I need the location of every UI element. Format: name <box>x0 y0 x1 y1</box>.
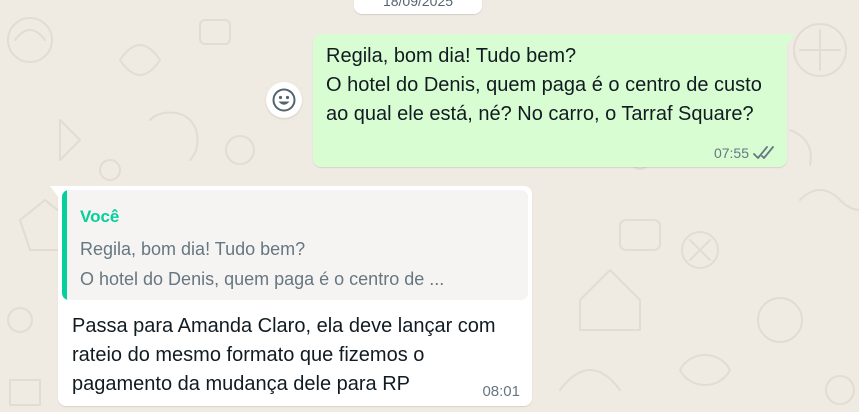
quoted-message[interactable]: Você Regila, bom dia! Tudo bem? O hotel … <box>62 190 528 300</box>
quoted-text-line: Regila, bom dia! Tudo bem? <box>80 239 306 259</box>
quote-accent-bar <box>62 190 67 300</box>
double-check-icon <box>753 146 774 159</box>
incoming-message-bubble[interactable]: Você Regila, bom dia! Tudo bem? O hotel … <box>50 186 532 406</box>
message-time: 07:55 <box>713 145 749 161</box>
bubble-tail <box>50 186 59 198</box>
react-emoji-button[interactable] <box>266 82 302 118</box>
outgoing-message-bubble[interactable]: Regila, bom dia! Tudo bem? O hotel do De… <box>313 34 795 167</box>
date-separator: 18/09/2025 <box>354 0 482 14</box>
emoji-smile-icon <box>272 88 296 112</box>
message-time: 08:01 <box>482 383 520 400</box>
date-separator-label: 18/09/2025 <box>382 0 454 9</box>
incoming-message-text: Passa para Amanda Claro, ela deve lançar… <box>72 315 502 395</box>
outgoing-message-text: Regila, bom dia! Tudo bem? O hotel do De… <box>326 45 762 125</box>
bubble-tail <box>786 34 795 46</box>
quoted-text-line: O hotel do Denis, quem paga é o centro d… <box>80 269 445 289</box>
quoted-author: Você <box>80 207 120 226</box>
message-meta: 07:55 <box>714 145 777 161</box>
